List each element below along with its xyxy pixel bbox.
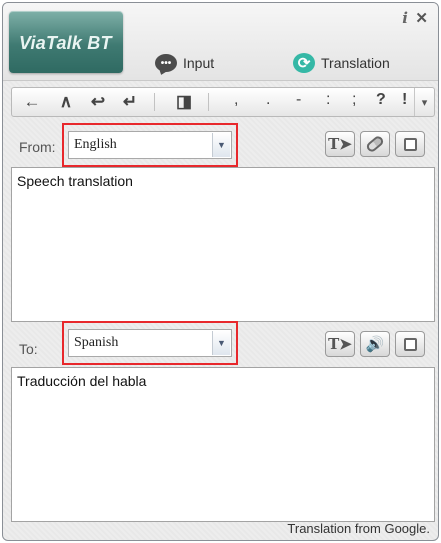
clear-button[interactable] <box>360 131 390 157</box>
enter-button[interactable]: ↵ <box>116 88 144 116</box>
split-panel-button[interactable]: ◨ <box>170 88 198 116</box>
refresh-icon: ⟳ <box>293 53 315 73</box>
target-language-highlight: Spanish ▼ <box>62 321 238 365</box>
source-language-highlight: English ▼ <box>62 123 238 167</box>
translation-source-note: Translation from Google. <box>287 521 430 536</box>
question-mark-button[interactable]: ? <box>376 91 386 109</box>
target-text-area[interactable]: Traducción del habla <box>11 367 435 522</box>
translate-icon: T➤ <box>328 135 352 153</box>
toolbar: ← ∧ ↩ ↵ ◨ , . - : ; ? ! ▾ <box>11 87 435 117</box>
dash-button[interactable]: - <box>296 91 301 109</box>
copy-button[interactable] <box>395 131 425 158</box>
info-icon[interactable]: i <box>402 9 408 27</box>
target-language-select[interactable]: Spanish ▼ <box>68 329 232 357</box>
eraser-icon <box>364 134 386 154</box>
caret-up-button[interactable]: ∧ <box>52 88 80 116</box>
left-arrow-button[interactable]: ← <box>18 88 46 116</box>
exclamation-button[interactable]: ! <box>402 91 407 109</box>
tab-translation[interactable]: ⟳ Translation <box>293 51 390 75</box>
from-label: From: <box>19 139 56 155</box>
source-language-select[interactable]: English ▼ <box>68 131 232 159</box>
translate-back-button[interactable]: T➤ <box>325 331 355 357</box>
copy-icon <box>399 337 417 358</box>
tab-translation-label: Translation <box>321 55 390 71</box>
source-language-value: English <box>74 137 117 152</box>
copy-icon <box>399 137 417 158</box>
period-button[interactable]: . <box>266 91 270 109</box>
toolbar-divider <box>154 93 155 111</box>
speak-button[interactable]: 🔊 <box>360 331 390 357</box>
chevron-down-icon[interactable]: ▼ <box>212 133 230 157</box>
app-window: ViaTalk BT i ✕ ••• Input ⟳ Translation ←… <box>2 2 439 541</box>
chevron-down-icon[interactable]: ▼ <box>212 331 230 355</box>
chevron-down-icon[interactable]: ▾ <box>414 88 434 116</box>
translate-button[interactable]: T➤ <box>325 131 355 157</box>
undo-button[interactable]: ↩ <box>84 88 112 116</box>
target-language-value: Spanish <box>74 335 119 350</box>
copy-button[interactable] <box>395 331 425 358</box>
header: ViaTalk BT i ✕ ••• Input ⟳ Translation <box>3 3 438 81</box>
to-label: To: <box>19 341 38 357</box>
source-text-area[interactable]: Speech translation <box>11 167 435 322</box>
app-logo: ViaTalk BT <box>9 11 123 73</box>
colon-button[interactable]: : <box>326 91 330 109</box>
speaker-icon: 🔊 <box>365 336 385 353</box>
semicolon-button[interactable]: ; <box>352 91 356 109</box>
toolbar-divider <box>208 93 209 111</box>
close-icon[interactable]: ✕ <box>415 9 428 27</box>
speech-bubble-icon: ••• <box>155 54 177 72</box>
comma-button[interactable]: , <box>234 91 238 109</box>
translate-icon: T➤ <box>328 335 352 353</box>
tab-input-label: Input <box>183 55 215 71</box>
tab-input[interactable]: ••• Input <box>155 51 214 75</box>
